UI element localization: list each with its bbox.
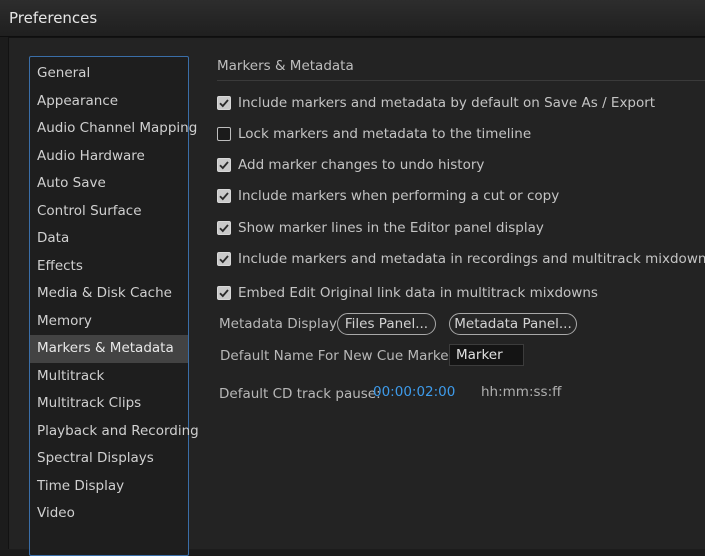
option-label: Add marker changes to undo history bbox=[238, 157, 485, 173]
cue-marker-name-label: Default Name For New Cue Markers: bbox=[220, 348, 466, 364]
checkmark-icon bbox=[219, 192, 229, 201]
checkmark-icon bbox=[219, 224, 229, 233]
option-row[interactable]: Show marker lines in the Editor panel di… bbox=[217, 218, 544, 238]
panel-divider bbox=[217, 80, 705, 81]
window-title: Preferences bbox=[9, 9, 98, 27]
metadata-display-label: Metadata Display: bbox=[219, 316, 341, 332]
checkbox[interactable] bbox=[217, 158, 231, 172]
option-row[interactable]: Add marker changes to undo history bbox=[217, 155, 484, 175]
option-label: Include markers and metadata by default … bbox=[238, 95, 656, 111]
title-bar: Preferences bbox=[0, 0, 705, 37]
sidebar-item-spectral-displays[interactable]: Spectral Displays bbox=[30, 445, 188, 473]
sidebar-item-control-surface[interactable]: Control Surface bbox=[30, 198, 188, 226]
checkbox[interactable] bbox=[217, 127, 231, 141]
sidebar-item-audio-hardware[interactable]: Audio Hardware bbox=[30, 143, 188, 171]
option-label: Include markers and metadata in recordin… bbox=[238, 251, 705, 267]
sidebar-item-multitrack[interactable]: Multitrack bbox=[30, 363, 188, 391]
sidebar-item-data[interactable]: Data bbox=[30, 225, 188, 253]
timecode-format-label: hh:mm:ss:ff bbox=[481, 384, 562, 400]
checkmark-icon bbox=[219, 161, 229, 170]
metadata-panel-button[interactable]: Metadata Panel... bbox=[449, 313, 577, 335]
sidebar-item-playback-and-recording[interactable]: Playback and Recording bbox=[30, 418, 199, 446]
option-label: Lock markers and metadata to the timelin… bbox=[238, 126, 532, 142]
sidebar-item-media-disk-cache[interactable]: Media & Disk Cache bbox=[30, 280, 188, 308]
checkmark-icon bbox=[219, 255, 229, 264]
checkbox[interactable] bbox=[217, 286, 231, 300]
cd-track-pause-timecode[interactable]: 00:00:02:00 bbox=[373, 384, 455, 400]
sidebar-item-general[interactable]: General bbox=[30, 60, 188, 88]
sidebar-item-auto-save[interactable]: Auto Save bbox=[30, 170, 188, 198]
option-label: Show marker lines in the Editor panel di… bbox=[238, 220, 544, 236]
option-label: Embed Edit Original link data in multitr… bbox=[238, 285, 598, 301]
checkmark-icon bbox=[219, 99, 229, 108]
checkmark-icon bbox=[219, 289, 229, 298]
option-row[interactable]: Lock markers and metadata to the timelin… bbox=[217, 124, 531, 144]
checkbox[interactable] bbox=[217, 96, 231, 110]
sidebar-item-video[interactable]: Video bbox=[30, 500, 188, 528]
option-row[interactable]: Include markers and metadata in recordin… bbox=[217, 249, 705, 269]
category-list[interactable]: General Appearance Audio Channel Mapping Au… bbox=[29, 56, 199, 556]
option-label: Include markers when performing a cut or… bbox=[238, 188, 560, 204]
sidebar-item-markers-metadata[interactable]: Markers & Metadata bbox=[30, 335, 188, 363]
sidebar-item-appearance[interactable]: Appearance bbox=[30, 88, 188, 116]
checkbox[interactable] bbox=[217, 189, 231, 203]
sidebar-item-audio-channel-mapping[interactable]: Audio Channel Mapping bbox=[30, 115, 197, 143]
option-row[interactable]: Include markers when performing a cut or… bbox=[217, 186, 559, 206]
sidebar-item-effects[interactable]: Effects bbox=[30, 253, 188, 281]
cue-marker-name-field[interactable]: Marker bbox=[449, 344, 524, 366]
option-row[interactable]: Embed Edit Original link data in multitr… bbox=[217, 283, 598, 303]
checkbox[interactable] bbox=[217, 221, 231, 235]
option-row[interactable]: Include markers and metadata by default … bbox=[217, 93, 655, 113]
panel-title: Markers & Metadata bbox=[217, 58, 354, 74]
sidebar-item-multitrack-clips[interactable]: Multitrack Clips bbox=[30, 390, 188, 418]
sidebar-item-memory[interactable]: Memory bbox=[30, 308, 188, 336]
sidebar-item-time-display[interactable]: Time Display bbox=[30, 473, 188, 501]
files-panel-button[interactable]: Files Panel... bbox=[337, 313, 436, 335]
checkbox[interactable] bbox=[217, 252, 231, 266]
cd-track-pause-label: Default CD track pause: bbox=[219, 386, 381, 402]
